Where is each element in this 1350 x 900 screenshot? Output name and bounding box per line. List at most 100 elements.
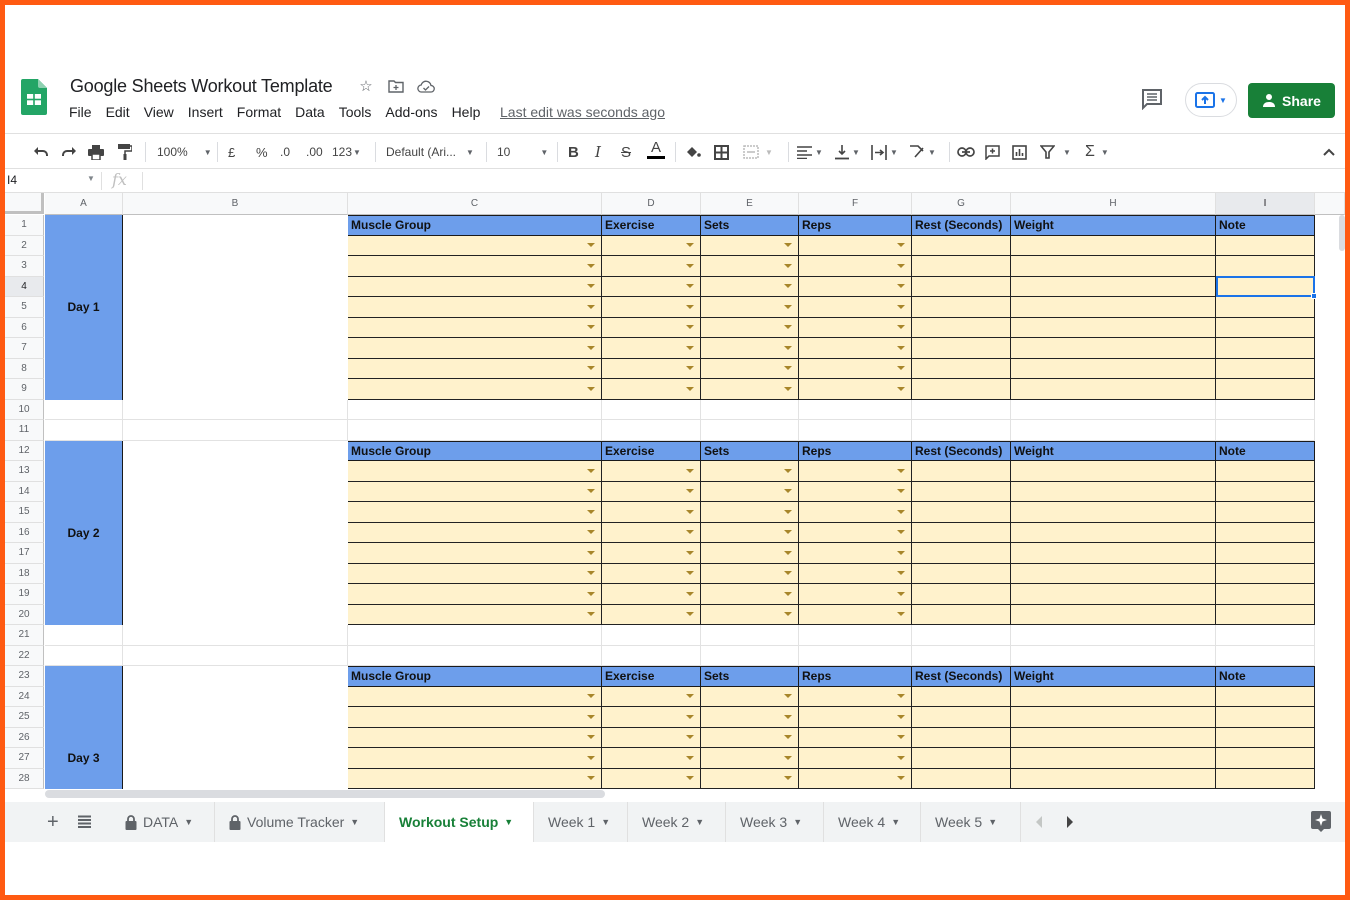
cell-g10[interactable]: [912, 399, 1011, 420]
chevron-down-icon[interactable]: ▼: [988, 817, 997, 827]
input-cell-c15[interactable]: [348, 502, 602, 523]
table-header-cell[interactable]: Reps: [799, 215, 912, 236]
input-cell-c16[interactable]: [348, 522, 602, 543]
input-cell-d24[interactable]: [602, 686, 701, 707]
dropdown-arrow-icon[interactable]: [686, 366, 694, 371]
cell-c10[interactable]: [348, 399, 602, 420]
input-cell-c18[interactable]: [348, 563, 602, 584]
input-cell-c9[interactable]: [348, 379, 602, 400]
sheet-tab-week-1[interactable]: Week 1 ▼: [534, 802, 628, 842]
input-cell-d26[interactable]: [602, 727, 701, 748]
dropdown-arrow-icon[interactable]: [587, 550, 595, 555]
percent-format-button[interactable]: %: [256, 142, 268, 162]
input-cell-i17[interactable]: [1216, 543, 1315, 564]
undo-button[interactable]: [33, 142, 49, 162]
dropdown-arrow-icon[interactable]: [587, 263, 595, 268]
input-cell-i9[interactable]: [1216, 379, 1315, 400]
input-cell-e7[interactable]: [701, 338, 799, 359]
dropdown-arrow-icon[interactable]: [784, 591, 792, 596]
dropdown-arrow-icon[interactable]: [784, 284, 792, 289]
input-cell-h14[interactable]: [1011, 481, 1216, 502]
dropdown-arrow-icon[interactable]: [686, 591, 694, 596]
dropdown-arrow-icon[interactable]: [587, 325, 595, 330]
cell-h22[interactable]: [1011, 645, 1216, 666]
input-cell-g4[interactable]: [912, 276, 1011, 297]
input-cell-c24[interactable]: [348, 686, 602, 707]
input-cell-h26[interactable]: [1011, 727, 1216, 748]
dropdown-arrow-icon[interactable]: [784, 550, 792, 555]
chevron-down-icon[interactable]: ▼: [184, 817, 193, 827]
increase-decimal-button[interactable]: .00: [306, 142, 323, 162]
table-header-cell[interactable]: Weight: [1011, 215, 1216, 236]
input-cell-g25[interactable]: [912, 707, 1011, 728]
table-header-cell[interactable]: Exercise: [602, 440, 701, 461]
dropdown-arrow-icon[interactable]: [686, 694, 694, 699]
dropdown-arrow-icon[interactable]: [784, 468, 792, 473]
row-header-4[interactable]: 4: [5, 276, 44, 297]
row-header-8[interactable]: 8: [5, 358, 44, 379]
table-header-cell[interactable]: Rest (Seconds): [912, 666, 1011, 687]
cell-e11[interactable]: [701, 420, 799, 441]
sheet-tab-week-3[interactable]: Week 3 ▼: [726, 802, 824, 842]
input-cell-c13[interactable]: [348, 461, 602, 482]
dropdown-arrow-icon[interactable]: [587, 776, 595, 781]
horizontal-align-button[interactable]: ▼: [797, 142, 823, 162]
cloud-saved-icon[interactable]: [417, 77, 435, 95]
cell-b11[interactable]: [123, 420, 348, 441]
cell-a10[interactable]: [45, 399, 123, 420]
menu-file[interactable]: File: [69, 104, 99, 120]
input-cell-g20[interactable]: [912, 604, 1011, 625]
dropdown-arrow-icon[interactable]: [897, 325, 905, 330]
formula-input[interactable]: [150, 169, 1340, 193]
input-cell-d25[interactable]: [602, 707, 701, 728]
input-cell-f17[interactable]: [799, 543, 912, 564]
dropdown-arrow-icon[interactable]: [784, 345, 792, 350]
menu-data[interactable]: Data: [288, 104, 332, 120]
dropdown-arrow-icon[interactable]: [686, 243, 694, 248]
dropdown-arrow-icon[interactable]: [587, 591, 595, 596]
row-header-28[interactable]: 28: [5, 768, 44, 789]
font-family-select[interactable]: Default (Ari... ▼: [386, 142, 474, 162]
dropdown-arrow-icon[interactable]: [897, 612, 905, 617]
currency-format-button[interactable]: £: [228, 142, 235, 162]
chevron-down-icon[interactable]: ▼: [601, 817, 610, 827]
cell-i21[interactable]: [1216, 625, 1315, 646]
dropdown-arrow-icon[interactable]: [784, 694, 792, 699]
input-cell-i13[interactable]: [1216, 461, 1315, 482]
input-cell-d4[interactable]: [602, 276, 701, 297]
input-cell-e24[interactable]: [701, 686, 799, 707]
input-cell-i24[interactable]: [1216, 686, 1315, 707]
input-cell-f14[interactable]: [799, 481, 912, 502]
input-cell-c8[interactable]: [348, 358, 602, 379]
dropdown-arrow-icon[interactable]: [897, 591, 905, 596]
cell-e22[interactable]: [701, 645, 799, 666]
input-cell-c27[interactable]: [348, 748, 602, 769]
input-cell-d15[interactable]: [602, 502, 701, 523]
dropdown-arrow-icon[interactable]: [686, 304, 694, 309]
present-button[interactable]: ▼: [1185, 83, 1237, 117]
merge-cells-button[interactable]: ▼: [743, 142, 773, 162]
input-cell-g7[interactable]: [912, 338, 1011, 359]
print-button[interactable]: [88, 142, 104, 162]
cell-f21[interactable]: [799, 625, 912, 646]
column-header-e[interactable]: E: [701, 193, 799, 215]
input-cell-g17[interactable]: [912, 543, 1011, 564]
zoom-select[interactable]: 100% ▼: [157, 142, 212, 162]
dropdown-arrow-icon[interactable]: [587, 284, 595, 289]
column-header-f[interactable]: F: [799, 193, 912, 215]
cell-e10[interactable]: [701, 399, 799, 420]
input-cell-i7[interactable]: [1216, 338, 1315, 359]
input-cell-c17[interactable]: [348, 543, 602, 564]
dropdown-arrow-icon[interactable]: [897, 735, 905, 740]
input-cell-h13[interactable]: [1011, 461, 1216, 482]
add-sheet-button[interactable]: +: [47, 811, 59, 834]
table-header-cell[interactable]: Sets: [701, 215, 799, 236]
dropdown-arrow-icon[interactable]: [587, 366, 595, 371]
input-cell-c3[interactable]: [348, 256, 602, 277]
input-cell-e17[interactable]: [701, 543, 799, 564]
dropdown-arrow-icon[interactable]: [897, 386, 905, 391]
dropdown-arrow-icon[interactable]: [784, 304, 792, 309]
column-header-i[interactable]: I: [1216, 193, 1315, 215]
day-label-cell[interactable]: Day 1: [45, 215, 123, 400]
dropdown-arrow-icon[interactable]: [784, 714, 792, 719]
